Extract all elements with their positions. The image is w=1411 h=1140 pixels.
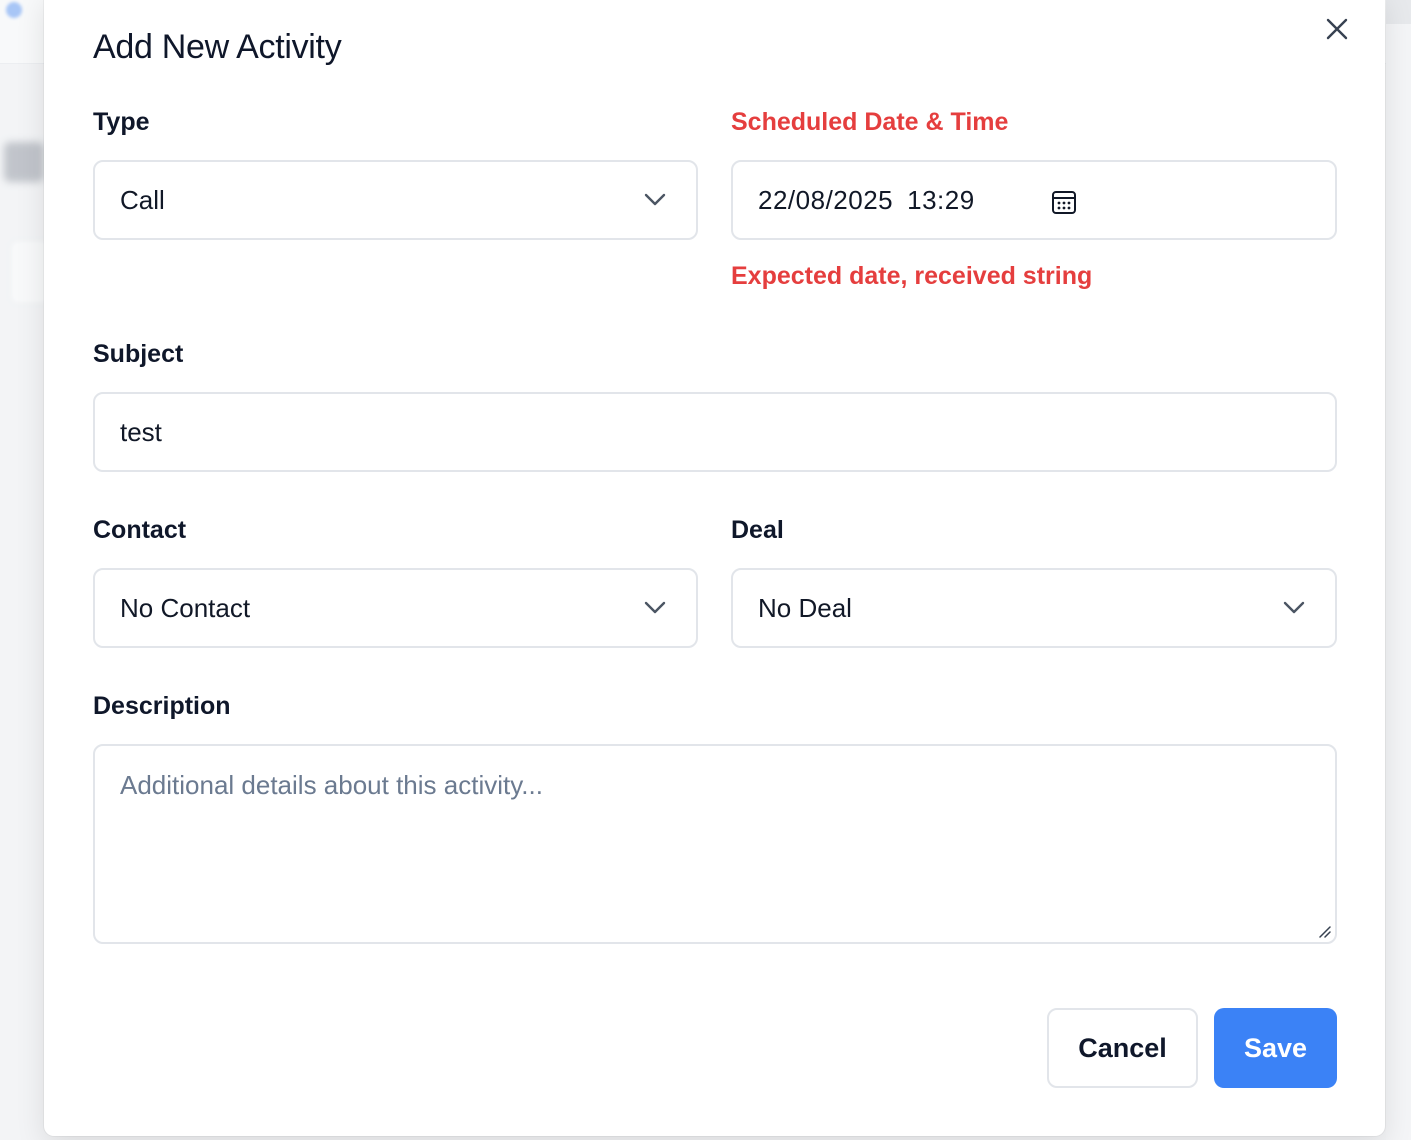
save-button[interactable]: Save [1214, 1008, 1337, 1088]
type-select-value: Call [120, 184, 165, 215]
scheduled-label: Scheduled Date & Time [731, 108, 1009, 136]
subject-input[interactable]: test [93, 392, 1337, 472]
deal-select[interactable]: No Deal [731, 568, 1337, 648]
subject-label: Subject [93, 340, 184, 368]
contact-select[interactable]: No Contact [93, 568, 698, 648]
deal-select-value: No Deal [758, 592, 852, 623]
chevron-down-icon [1283, 601, 1305, 614]
contact-select-value: No Contact [120, 592, 251, 623]
cancel-button[interactable]: Cancel [1047, 1008, 1198, 1088]
deal-label: Deal [731, 516, 784, 544]
scheduled-datetime-input[interactable]: 22/08/2025 13:29 [731, 160, 1337, 240]
resize-grip-icon[interactable] [1315, 922, 1331, 938]
subject-input-value: test [120, 416, 162, 447]
description-label: Description [93, 692, 231, 720]
scheduled-error-message: Expected date, received string [731, 262, 1093, 290]
description-textarea[interactable]: Additional details about this activity..… [93, 744, 1337, 944]
add-activity-dialog: Add New Activity Type Call Scheduled Dat… [44, 0, 1385, 1136]
description-placeholder: Additional details about this activity..… [120, 770, 543, 800]
type-select[interactable]: Call [93, 160, 698, 240]
close-icon [1326, 18, 1348, 40]
type-label: Type [93, 108, 150, 136]
chevron-down-icon [644, 193, 666, 206]
close-button[interactable] [1322, 14, 1352, 44]
scheduled-date-value[interactable]: 22/08/2025 [758, 185, 893, 216]
dialog-title: Add New Activity [93, 28, 342, 66]
scheduled-time-value[interactable]: 13:29 [907, 185, 975, 216]
contact-label: Contact [93, 516, 187, 544]
chevron-down-icon [644, 601, 666, 614]
calendar-icon[interactable] [1050, 188, 1078, 216]
